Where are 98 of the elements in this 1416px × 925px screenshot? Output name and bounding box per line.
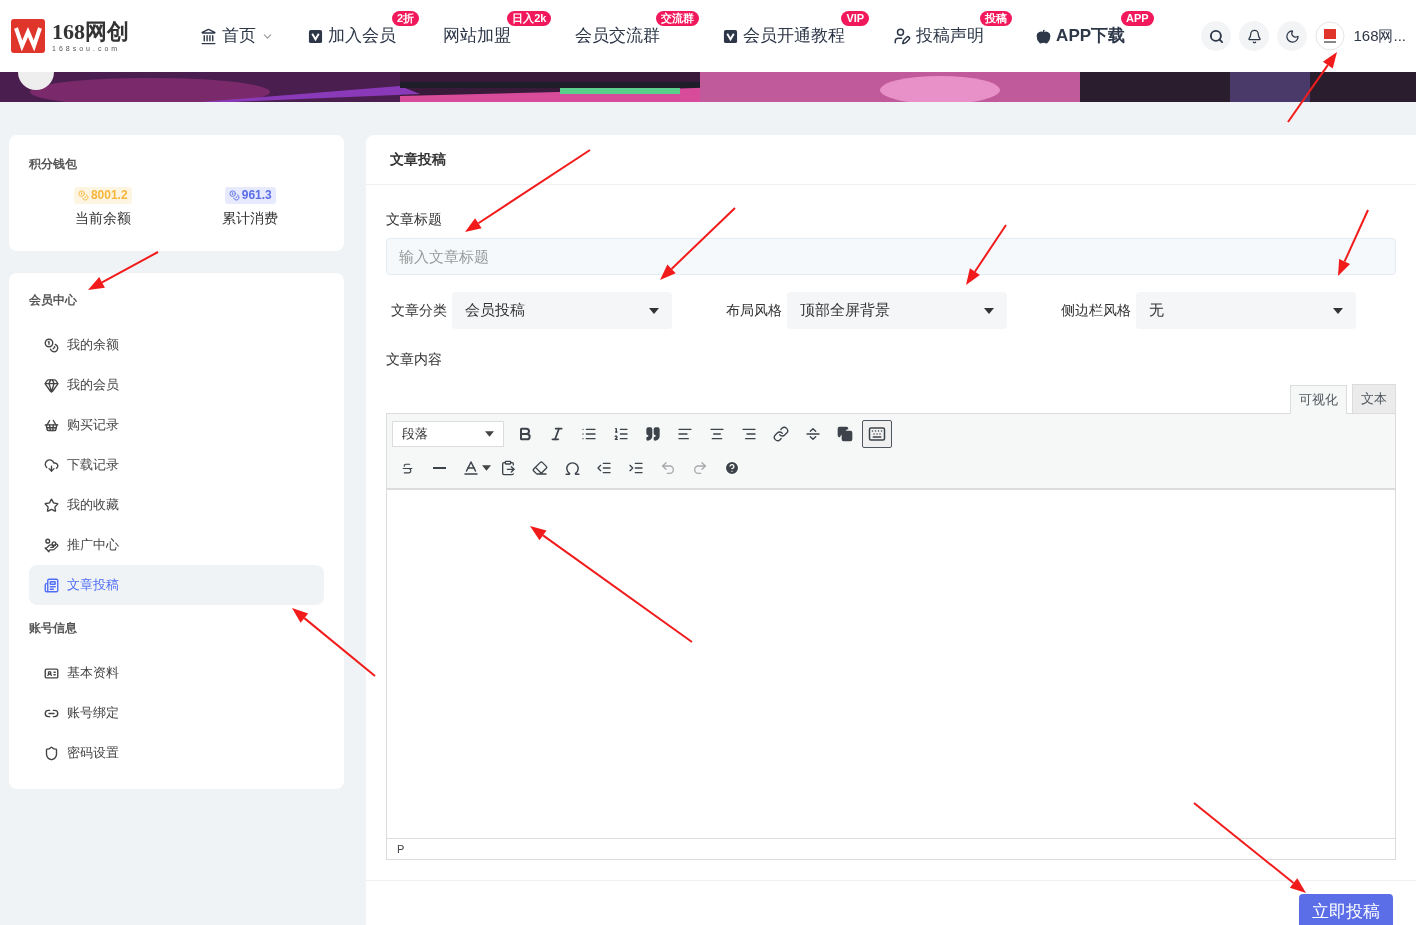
submit-button[interactable]: 立即投稿 — [1299, 894, 1393, 925]
bold-icon — [517, 426, 533, 442]
help-icon — [724, 460, 740, 476]
dark-mode-button[interactable] — [1277, 21, 1308, 51]
logo-icon — [10, 18, 46, 54]
field-label: 文章分类 — [391, 301, 447, 320]
newspaper-icon — [44, 577, 59, 593]
separator-icon — [805, 426, 821, 442]
logo-title: 168网创 — [52, 20, 129, 43]
v-square-icon — [723, 28, 739, 44]
v-square-icon — [308, 28, 323, 44]
caret-icon — [485, 431, 494, 437]
apple-icon — [1036, 28, 1052, 44]
sidebar-item[interactable]: 我的收藏 — [29, 485, 324, 525]
bank-icon — [200, 27, 217, 45]
stat-badge: 8001.2 — [73, 187, 132, 204]
stat-badge: 961.3 — [224, 187, 276, 204]
horizontal-line-icon — [432, 467, 446, 469]
sidebar-item[interactable]: 文章投稿 — [29, 565, 324, 605]
nav-badge: 投稿 — [980, 11, 1013, 27]
annotation-arrow — [1338, 209, 1369, 276]
annotation-arrow — [1287, 52, 1337, 123]
diamond-icon — [44, 377, 59, 393]
quote-icon — [645, 426, 661, 442]
text-color-icon — [462, 459, 480, 477]
coins-icon — [77, 190, 89, 201]
keyboard-icon — [868, 425, 886, 443]
nav-badge: VIP — [841, 11, 870, 27]
sidebar-item[interactable]: 密码设置 — [29, 733, 324, 773]
caret-icon — [649, 307, 659, 314]
select-field[interactable]: 会员投稿 — [452, 292, 672, 329]
stat-label: 累计消费 — [222, 209, 279, 228]
nav-badge: 日入2k — [507, 11, 552, 27]
sidebar-item[interactable]: 我的会员 — [29, 365, 324, 405]
card-title: 积分钱包 — [29, 156, 77, 173]
nav-badge: 2折 — [392, 11, 420, 27]
outdent-icon — [596, 460, 612, 476]
avatar[interactable] — [1315, 21, 1346, 51]
eraser-icon — [532, 460, 548, 476]
editor-tab[interactable]: 可视化 — [1290, 385, 1347, 414]
star-icon — [44, 497, 59, 513]
user-pen-icon — [893, 27, 912, 45]
editor-tab[interactable]: 文本 — [1352, 384, 1396, 413]
section-title: 账号信息 — [29, 620, 77, 637]
sidebar-item[interactable]: 购买记录 — [29, 405, 324, 445]
search-icon — [1208, 28, 1224, 44]
shield-icon — [44, 745, 59, 761]
coins-icon — [228, 190, 240, 201]
align-right-icon — [741, 426, 757, 442]
clipboard-icon — [500, 460, 516, 476]
id-card-icon — [44, 665, 59, 681]
basket-icon — [44, 417, 59, 433]
format-select[interactable]: 段落 — [392, 421, 504, 447]
annotation-arrow — [966, 224, 1007, 285]
nav-badge: APP — [1121, 11, 1154, 27]
sidebar-item[interactable]: 推广中心 — [29, 525, 324, 565]
numbered-list-icon — [613, 426, 629, 442]
select-field[interactable]: 无 — [1136, 292, 1356, 329]
bell-icon — [1246, 28, 1262, 44]
search-button[interactable] — [1201, 21, 1232, 51]
sidebar-item[interactable]: 基本资料 — [29, 653, 324, 693]
card-title: 文章投稿 — [390, 150, 446, 169]
omega-icon — [563, 459, 581, 477]
indent-icon — [628, 460, 644, 476]
strikethrough-icon — [400, 461, 414, 475]
user-name[interactable]: 168网... — [1353, 24, 1406, 48]
select-field[interactable]: 顶部全屏背景 — [787, 292, 1007, 329]
coins-icon — [44, 337, 59, 353]
hand-coins-icon — [44, 537, 59, 553]
section-title: 会员中心 — [29, 292, 77, 309]
nav-link[interactable]: 首页 — [200, 23, 274, 49]
field-label: 布局风格 — [726, 301, 782, 320]
nav-badge: 交流群 — [656, 11, 700, 27]
keyboard-button[interactable] — [862, 420, 892, 448]
field-label: 文章内容 — [386, 350, 442, 369]
caret-icon[interactable] — [482, 465, 491, 471]
cloud-download-icon — [44, 457, 59, 473]
field-label: 侧边栏风格 — [1061, 301, 1131, 320]
sidebar-item[interactable]: 我的余额 — [29, 325, 324, 365]
moon-icon — [1284, 28, 1300, 44]
redo-icon — [692, 460, 708, 476]
undo-icon — [660, 460, 676, 476]
annotation-arrow — [88, 251, 159, 290]
sidebar-item[interactable]: 账号绑定 — [29, 693, 324, 733]
align-center-icon — [709, 426, 725, 442]
italic-icon — [549, 426, 565, 442]
caret-icon — [1333, 307, 1343, 314]
title-input[interactable]: 输入文章标题 — [386, 238, 1396, 275]
link-icon — [773, 426, 789, 442]
align-left-icon — [677, 426, 693, 442]
field-label: 文章标题 — [386, 210, 442, 229]
notification-button[interactable] — [1239, 21, 1270, 51]
sidebar-item[interactable]: 下载记录 — [29, 445, 324, 485]
bullet-list-icon — [581, 426, 597, 442]
copy-icon — [837, 426, 853, 442]
stat-label: 当前余额 — [74, 209, 131, 228]
element-path: P — [397, 841, 405, 857]
caret-icon — [984, 307, 994, 314]
